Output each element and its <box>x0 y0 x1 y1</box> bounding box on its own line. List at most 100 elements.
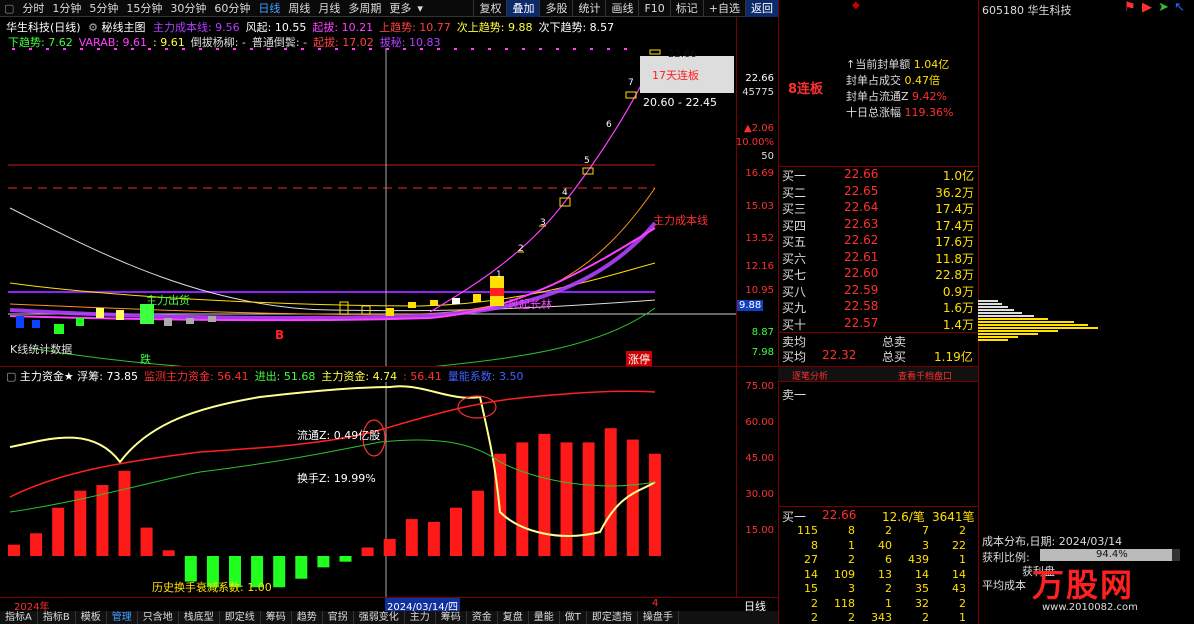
indicator-tab[interactable]: 主力 <box>405 611 436 624</box>
tab-daily[interactable]: 日线 <box>254 0 284 17</box>
back-button[interactable]: 返回 <box>745 0 778 17</box>
queue-cell: 14 <box>952 567 966 581</box>
queue-cell: 115 <box>797 524 818 537</box>
history-label: 历史换手衰减系数: 1.00 <box>152 581 272 594</box>
queue-cell: 1 <box>848 538 855 552</box>
gear-icon[interactable]: ⚙ <box>88 21 98 34</box>
bid-row[interactable]: 买四 22.63 17.4万 <box>782 217 978 234</box>
yaxis-label: 60.00 <box>745 417 774 428</box>
indicator-tab[interactable]: 即定遗指 <box>587 611 638 624</box>
capital-bar <box>52 507 65 556</box>
indicator-tab[interactable]: 栈底型 <box>179 611 220 624</box>
indicator-tab[interactable]: 管理 <box>107 611 138 624</box>
indicator-tab[interactable]: 指标A <box>0 611 38 624</box>
fall-label: 跌 <box>140 353 151 366</box>
indicator-tab[interactable]: 量能 <box>529 611 560 624</box>
profit-value: 94.4% <box>1096 549 1128 560</box>
chip-bar <box>978 336 1018 338</box>
candle <box>408 302 416 308</box>
indicator-tab[interactable]: 趋势 <box>292 611 323 624</box>
yaxis-label: 10.00% <box>735 137 774 148</box>
chevron-down-icon[interactable]: ▾ <box>415 0 425 17</box>
tab-5min[interactable]: 5分钟 <box>85 0 122 17</box>
tab-1min[interactable]: 1分钟 <box>48 0 85 17</box>
queue-cell: 1 <box>885 596 892 610</box>
indicator-tab[interactable]: 复盘 <box>498 611 529 624</box>
tab-15min[interactable]: 15分钟 <box>122 0 166 17</box>
queue-cell: 43 <box>952 582 966 595</box>
formula-name[interactable]: 秘线主图 <box>101 21 145 34</box>
toolbar-menu-icon[interactable]: ▢ <box>0 0 18 17</box>
yaxis-label: 15.00 <box>745 525 774 536</box>
indicator-tab[interactable]: 操盘手 <box>638 611 679 624</box>
queue-head: 买一 22.66 12.6/笔 3641笔 <box>782 508 975 524</box>
legend-item: 次下趋势: 8.57 <box>538 21 615 34</box>
tab-weekly[interactable]: 周线 <box>284 0 314 17</box>
bid-row[interactable]: 买一 22.66 1.0亿 <box>782 167 978 184</box>
bid-row[interactable]: 买三 22.64 17.4万 <box>782 200 978 217</box>
play-icon[interactable]: ▶ <box>1142 0 1152 15</box>
queue-cell: 27 <box>804 553 818 566</box>
indicator-tab[interactable]: 只含地 <box>138 611 179 624</box>
f10-button[interactable]: F10 <box>638 0 669 17</box>
yaxis-label: 8.87 <box>751 327 774 338</box>
queue-cell: 1 <box>959 553 966 566</box>
queue-cell: 2 <box>885 582 892 595</box>
bid-row[interactable]: 买十 22.57 1.4万 <box>782 316 978 333</box>
bid-row[interactable]: 买七 22.60 22.8万 <box>782 266 978 283</box>
indicator-tab[interactable]: 筹码 <box>436 611 467 624</box>
indicator-tab[interactable]: 即定线 <box>220 611 261 624</box>
yaxis-label: 50 <box>761 151 774 162</box>
indicator-tab[interactable]: 强弱变化 <box>354 611 405 624</box>
bid-row[interactable]: 买八 22.59 0.9万 <box>782 283 978 300</box>
candle <box>649 49 661 55</box>
indicator-tab[interactable]: 筹码 <box>261 611 292 624</box>
indicator-tab[interactable]: 模板 <box>76 611 107 624</box>
rise-label: 风起长林 <box>508 298 552 311</box>
queue-cell: 3 <box>848 582 855 595</box>
info-value: 1.04亿 <box>913 58 950 71</box>
tab-30min[interactable]: 30分钟 <box>166 0 210 17</box>
tab-fenshi[interactable]: 分时 <box>18 0 48 17</box>
capital-chart[interactable] <box>0 382 736 598</box>
mark-button[interactable]: 标记 <box>669 0 703 17</box>
kline-chart[interactable] <box>0 48 736 366</box>
draw-line-button[interactable]: 画线 <box>605 0 638 17</box>
stock-header: 605180 华生科技 <box>982 4 1072 17</box>
tab-multi-period[interactable]: 多周期 <box>344 0 385 17</box>
tab-60min[interactable]: 60分钟 <box>210 0 254 17</box>
count-6: 6 <box>606 120 612 130</box>
divider <box>778 506 978 507</box>
arrow-icon[interactable]: ➤ <box>1158 0 1169 15</box>
buy-avg-row: 买均 22.32 总买 1.19亿 <box>782 348 973 364</box>
bid-row[interactable]: 买九 22.58 1.6万 <box>782 299 978 316</box>
multi-stock-button[interactable]: 多股 <box>539 0 572 17</box>
capital-bar <box>30 533 43 556</box>
stats-button[interactable]: 统计 <box>572 0 605 17</box>
yaxis-label: 15.03 <box>745 201 774 212</box>
tab-monthly[interactable]: 月线 <box>314 0 344 17</box>
flag-icon[interactable]: ⚑ <box>1124 0 1136 15</box>
chip-bar <box>978 318 1048 320</box>
fuquan-button[interactable]: 复权 <box>473 0 506 17</box>
chip-bar <box>978 339 1008 341</box>
indicator-tab[interactable]: 官拐 <box>323 611 354 624</box>
bid-row[interactable]: 买二 22.65 36.2万 <box>782 184 978 201</box>
seal-info: ↑当前封单额 1.04亿 封单占成交 0.47倍 封单占流通Z 9.42% 十日总涨幅… <box>846 56 976 120</box>
bid-row[interactable]: 买六 22.61 11.8万 <box>782 250 978 267</box>
bid-row[interactable]: 买五 22.62 17.6万 <box>782 233 978 250</box>
cursor-icon[interactable]: ↖ <box>1174 0 1185 15</box>
indicator-tab[interactable]: 做T <box>560 611 587 624</box>
yaxis-label: 12.16 <box>745 261 774 272</box>
add-watchlist-button[interactable]: +自选 <box>702 0 745 17</box>
tab-trade-analysis[interactable]: 逐笔分析 <box>792 369 828 382</box>
capital-bar <box>538 433 551 556</box>
tab-more[interactable]: 更多 <box>385 0 415 17</box>
indicator-tab[interactable]: 资金 <box>467 611 498 624</box>
queue-cell: 2 <box>811 611 818 624</box>
yaxis-label: 7.98 <box>751 347 774 358</box>
tab-thousand-book[interactable]: 查看千档盘口 <box>898 369 952 382</box>
indicator-tab[interactable]: 指标B <box>38 611 76 624</box>
overlay-button[interactable]: 叠加 <box>506 0 540 17</box>
candle <box>361 305 371 315</box>
